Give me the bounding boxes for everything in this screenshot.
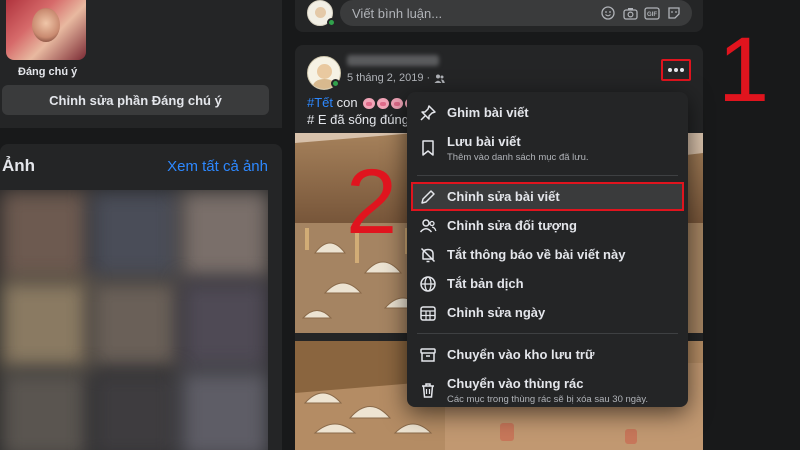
menu-item-turn-off-translation[interactable]: Tắt bản dịch [407, 269, 688, 298]
previous-post-comment-bar: Viết bình luận... GIF [295, 0, 703, 32]
menu-item-move-to-archive[interactable]: Chuyển vào kho lưu trữ [407, 340, 688, 369]
menu-item-save-post[interactable]: Lưu bài viết Thêm vào danh sách mục đã l… [407, 127, 688, 169]
menu-item-pin-post[interactable]: Ghim bài viết [407, 98, 688, 127]
gif-icon[interactable]: GIF [644, 5, 660, 21]
dot [674, 68, 678, 72]
post-options-menu: Ghim bài viết Lưu bài viết Thêm vào danh… [407, 92, 688, 407]
photo-thumbnail[interactable] [180, 370, 268, 450]
dot [680, 68, 684, 72]
pencil-icon [419, 188, 437, 206]
photo-thumbnail[interactable] [0, 190, 90, 280]
pig-emoji-icon [377, 98, 390, 110]
photo-thumbnail[interactable] [0, 280, 90, 370]
photo-thumbnail[interactable] [180, 280, 268, 370]
menu-item-label: Ghim bài viết [447, 105, 529, 120]
pin-icon [419, 104, 437, 122]
menu-item-description: Thêm vào danh sách mục đã lưu. [447, 151, 589, 163]
menu-item-edit-date[interactable]: Chỉnh sửa ngày [407, 298, 688, 327]
menu-item-move-to-trash[interactable]: Chuyển vào thùng rác Các mục trong thùng… [407, 369, 688, 411]
emoji-icon[interactable] [600, 5, 616, 21]
camera-icon[interactable] [622, 5, 638, 21]
photo-thumbnail[interactable] [90, 370, 180, 450]
menu-item-label: Chuyển vào kho lưu trữ [447, 347, 595, 362]
menu-item-label: Chuyển vào thùng rác [447, 375, 584, 391]
comment-placeholder: Viết bình luận... [352, 5, 443, 21]
sticker-icon[interactable] [666, 5, 682, 21]
menu-item-edit-post[interactable]: Chỉnh sửa bài viết [411, 182, 684, 211]
post-text-line1: con [333, 95, 358, 110]
calendar-icon [419, 304, 437, 322]
photos-title: Ảnh [2, 156, 36, 175]
pig-emoji-icon [363, 98, 376, 110]
post-author-name-blurred[interactable] [347, 55, 439, 66]
menu-divider [417, 333, 678, 334]
left-column: Đáng chú ý Chỉnh sửa phần Đáng chú ý Ảnh… [0, 0, 282, 450]
online-status-icon [331, 79, 340, 88]
menu-item-label: Lưu bài viết [447, 133, 521, 149]
post-meta: 5 tháng 2, 2019 · [347, 72, 445, 84]
friends-audience-icon [434, 73, 445, 84]
more-options-button[interactable] [661, 59, 691, 81]
edit-featured-button[interactable]: Chỉnh sửa phần Đáng chú ý [2, 85, 269, 115]
post-date[interactable]: 5 tháng 2, 2019 · [347, 72, 430, 84]
photo-thumbnail[interactable] [180, 190, 268, 280]
see-all-photos-link[interactable]: Xem tất cả ảnh [167, 158, 268, 175]
hashtag-link[interactable]: #Tết [307, 95, 333, 110]
globe-icon [419, 275, 437, 293]
svg-text:GIF: GIF [647, 12, 657, 18]
photo-thumbnail[interactable] [90, 190, 180, 280]
comment-input[interactable]: Viết bình luận... GIF [340, 0, 692, 26]
audience-icon [419, 217, 437, 235]
online-status-icon [327, 18, 336, 27]
menu-item-turn-off-notifications[interactable]: Tắt thông báo về bài viết này [407, 240, 688, 269]
featured-card: Đáng chú ý Chỉnh sửa phần Đáng chú ý [0, 0, 282, 128]
menu-item-label: Chỉnh sửa ngày [447, 305, 546, 320]
photo-thumbnail[interactable] [90, 280, 180, 370]
bookmark-icon [419, 139, 437, 157]
menu-item-label: Tắt bản dịch [447, 276, 524, 291]
photos-card: Ảnh Xem tất cả ảnh [0, 144, 282, 450]
menu-item-edit-audience[interactable]: Chỉnh sửa đối tượng [407, 211, 688, 240]
pig-emoji-icon [391, 98, 404, 110]
annotation-step-2: 2 [346, 151, 398, 253]
annotation-step-1: 1 [718, 19, 770, 121]
menu-item-label: Chỉnh sửa bài viết [447, 189, 560, 204]
menu-divider [417, 175, 678, 176]
bell-off-icon [419, 246, 437, 264]
archive-icon [419, 346, 437, 364]
trash-icon [419, 381, 437, 399]
featured-label: Đáng chú ý [18, 66, 78, 78]
photos-grid [0, 190, 268, 450]
dot [668, 68, 672, 72]
featured-thumbnail[interactable] [6, 0, 86, 60]
photo-thumbnail[interactable] [0, 370, 90, 450]
menu-item-label: Chỉnh sửa đối tượng [447, 218, 577, 233]
menu-item-description: Các mục trong thùng rác sẽ bị xóa sau 30… [447, 393, 649, 405]
comment-tools: GIF [600, 5, 682, 21]
menu-item-label: Tắt thông báo về bài viết này [447, 247, 626, 262]
